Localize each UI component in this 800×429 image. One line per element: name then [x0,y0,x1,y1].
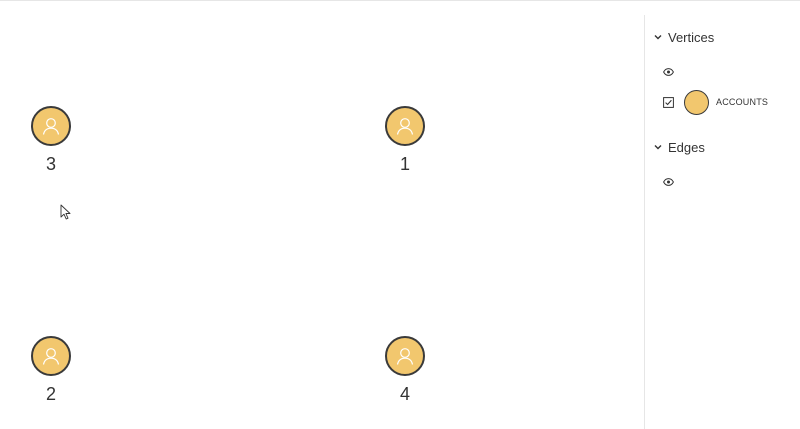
vertices-section-title: Vertices [668,29,715,45]
node-circle[interactable] [385,106,425,146]
mouse-cursor-icon [60,204,71,220]
graph-canvas[interactable]: 3 1 2 4 [0,1,644,429]
chevron-down-icon [654,145,662,150]
edges-section-title: Edges [668,139,705,155]
eye-icon[interactable] [662,176,674,188]
user-icon [42,118,60,135]
user-icon [42,348,60,365]
edges-visibility-row [645,173,800,191]
graph-explorer: 3 1 2 4 Vertices ACCOUNTS Edges [0,0,800,429]
graph-node[interactable]: 2 [21,336,81,416]
graph-node[interactable]: 3 [21,106,81,186]
graph-node[interactable]: 4 [375,336,435,416]
node-circle[interactable] [385,336,425,376]
eye-icon[interactable] [662,66,674,78]
node-label: 2 [45,384,56,404]
accounts-color-swatch [684,89,709,115]
graph-node[interactable]: 1 [375,106,435,186]
legend-item-accounts[interactable]: ACCOUNTS [645,89,800,115]
vertices-section-toggle[interactable]: Vertices [645,27,800,47]
node-label: 4 [399,384,410,404]
legend-item-label: ACCOUNTS [716,97,769,107]
node-circle[interactable] [31,106,71,146]
edges-section-toggle[interactable]: Edges [645,137,800,157]
legend-panel: Vertices ACCOUNTS Edges [644,15,800,429]
chevron-down-icon [654,35,662,40]
vertices-visibility-row [645,63,800,81]
user-icon [396,118,414,135]
checkbox-checked-icon[interactable] [662,96,674,108]
user-icon [396,348,414,365]
node-label: 3 [45,154,56,174]
node-label: 1 [399,154,410,174]
node-circle[interactable] [31,336,71,376]
